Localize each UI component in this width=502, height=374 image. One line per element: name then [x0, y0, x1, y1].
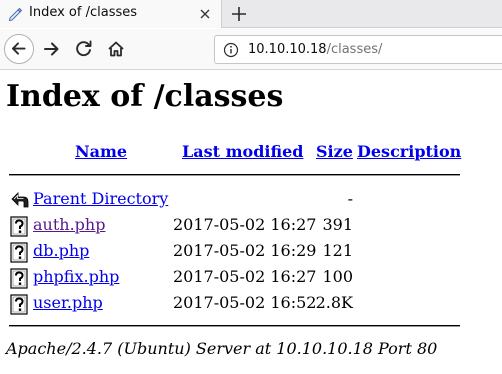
back-button[interactable] [4, 34, 34, 64]
new-tab-plus-icon[interactable] [229, 4, 249, 24]
table-divider-top [9, 174, 460, 176]
url-text[interactable]: 10.10.10.18/classes/ [248, 42, 382, 57]
table-row-phpfix-php: phpfix.php 2017-05-02 16:27 100 [0, 267, 502, 291]
unknown-file-icon [10, 216, 28, 237]
arrow-left-icon [12, 42, 26, 55]
unknown-file-icon [10, 294, 28, 315]
file-size: 100 [322, 267, 353, 286]
file-link-parent-directory[interactable]: Parent Directory [33, 189, 168, 208]
tab-active[interactable]: Index of /classes [0, 0, 222, 28]
address-bar[interactable]: 10.10.10.18/classes/ [214, 35, 502, 64]
file-size: 391 [322, 215, 353, 234]
forward-button[interactable] [38, 35, 66, 63]
unknown-file-icon [10, 242, 28, 263]
close-icon[interactable] [197, 6, 213, 22]
url-path: /classes/ [326, 42, 383, 57]
file-date: 2017-05-02 16:27 [173, 215, 317, 234]
page-content: Index of /classes Name Last modified Siz… [0, 71, 502, 374]
file-date: 2017-05-02 16:52 [173, 293, 317, 312]
column-header-description[interactable]: Description [357, 142, 461, 161]
table-row-parent-directory: Parent Directory - [0, 189, 502, 213]
tab-title: Index of /classes [29, 5, 138, 20]
file-size: - [347, 189, 353, 208]
file-link-user-php[interactable]: user.php [33, 293, 103, 312]
page-title: Index of /classes [6, 79, 284, 114]
table-row-auth-php: auth.php 2017-05-02 16:27 391 [0, 215, 502, 239]
column-header-last-modified[interactable]: Last modified [182, 142, 303, 161]
column-header-name[interactable]: Name [75, 142, 127, 161]
table-row-user-php: user.php 2017-05-02 16:52 2.8K [0, 293, 502, 317]
reload-icon [76, 40, 92, 57]
table-divider-bottom [9, 325, 460, 327]
back-folder-icon [11, 192, 29, 208]
arrow-right-icon [44, 42, 59, 56]
tab-strip: Index of /classes [0, 0, 502, 28]
url-host: 10.10.10.18 [248, 42, 327, 57]
column-header-size[interactable]: Size [316, 142, 353, 161]
reload-button[interactable] [70, 35, 98, 63]
file-link-auth-php[interactable]: auth.php [33, 215, 105, 234]
home-button[interactable] [102, 35, 130, 63]
pencil-page-icon [8, 7, 23, 22]
file-date: 2017-05-02 16:29 [173, 241, 317, 260]
navigation-toolbar: 10.10.10.18/classes/ [0, 29, 502, 70]
file-date: 2017-05-02 16:27 [173, 267, 317, 286]
info-icon[interactable] [223, 42, 239, 58]
unknown-file-icon [10, 268, 28, 289]
home-icon [108, 41, 124, 57]
file-size: 2.8K [315, 293, 353, 312]
file-link-phpfix-php[interactable]: phpfix.php [33, 267, 119, 286]
file-link-db-php[interactable]: db.php [33, 241, 89, 260]
file-size: 121 [322, 241, 353, 260]
table-row-db-php: db.php 2017-05-02 16:29 121 [0, 241, 502, 265]
server-signature: Apache/2.4.7 (Ubuntu) Server at 10.10.10… [6, 339, 438, 358]
